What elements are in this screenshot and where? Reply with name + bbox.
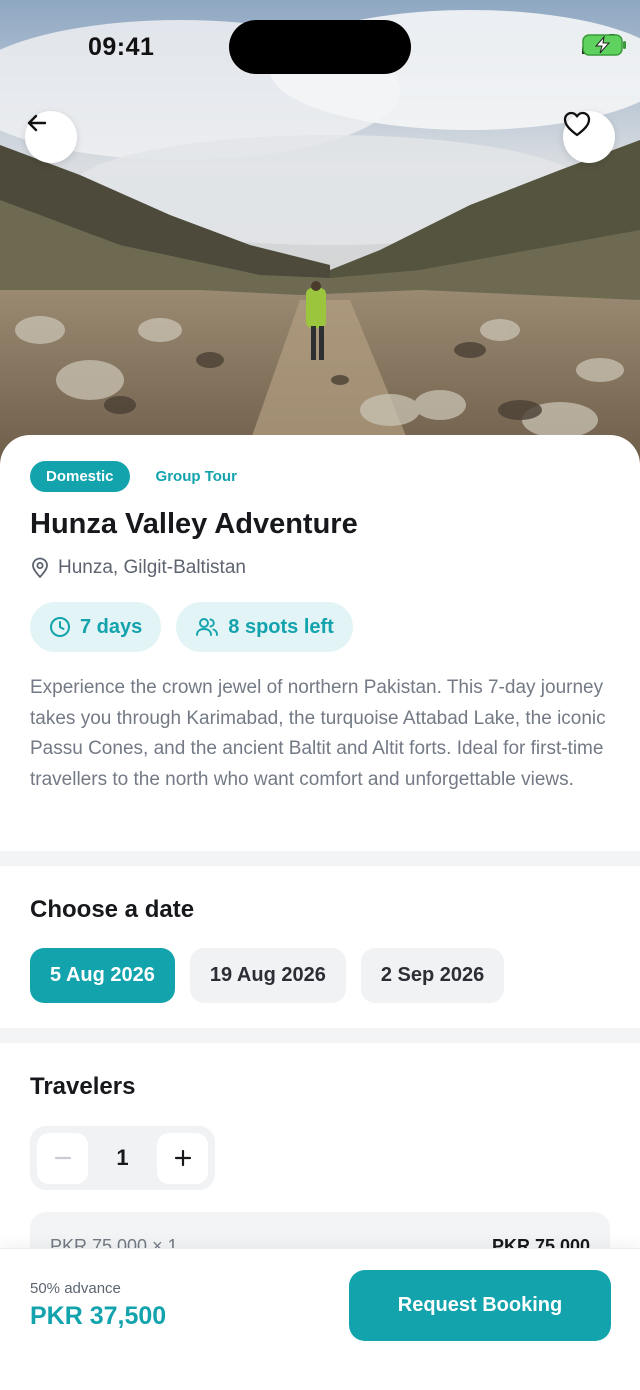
date-option-1[interactable]: 5 Aug 2026 [30,948,175,1003]
date-option-3[interactable]: 2 Sep 2026 [360,948,505,1003]
advance-label: 50% advance [30,1280,121,1297]
dynamic-island [229,20,411,74]
plus-icon [174,1149,191,1167]
tour-description: Experience the crown jewel of northern P… [30,677,606,790]
battery-icon [582,34,626,56]
location-text: Hunza, Gilgit-Baltistan [58,557,246,578]
travelers-stepper: 1 [30,1126,215,1190]
date-options: 5 Aug 2026 19 Aug 2026 2 Sep 2026 [30,948,505,1003]
map-pin-icon [32,557,48,578]
date-option-2[interactable]: 19 Aug 2026 [189,948,346,1003]
heart-icon [563,111,591,137]
decrement-button[interactable] [37,1132,88,1184]
duration-chip: 7 days [30,602,162,652]
tour-tags: Domestic Group Tour [30,461,237,492]
advance-amount: PKR 37,500 [30,1302,167,1330]
date-section-title: Choose a date [30,896,195,923]
favorite-button[interactable] [563,111,615,163]
clock-icon [50,617,70,637]
request-booking-button[interactable]: Request Booking [349,1270,611,1341]
minus-icon [54,1156,71,1160]
tour-detail-screen: 09:41 Domestic Group Tour Hunza Valley A… [0,0,640,1390]
date-section: Choose a date 5 Aug 2026 19 Aug 2026 2 S… [0,866,640,1028]
travelers-section-title: Travelers [30,1073,136,1100]
travelers-count: 1 [116,1145,129,1170]
back-button[interactable] [25,111,77,163]
duration-text: 7 days [80,615,143,638]
spots-text: 8 spots left [228,615,334,638]
users-icon [196,618,219,636]
tour-info-card: Domestic Group Tour Hunza Valley Adventu… [0,435,640,851]
increment-button[interactable] [157,1132,208,1184]
tour-title: Hunza Valley Adventure [30,508,358,540]
arrow-left-icon [27,114,47,132]
tag-group-tour: Group Tour [155,468,237,485]
tour-highlights: 7 days 8 spots left [30,602,353,652]
tour-location: Hunza, Gilgit-Baltistan [30,557,246,579]
status-time: 09:41 [88,33,155,61]
booking-bar: 50% advance PKR 37,500 Request Booking [0,1248,640,1390]
hero-image: 09:41 [0,0,640,470]
spots-chip: 8 spots left [176,602,353,652]
tag-domestic: Domestic [30,461,130,492]
